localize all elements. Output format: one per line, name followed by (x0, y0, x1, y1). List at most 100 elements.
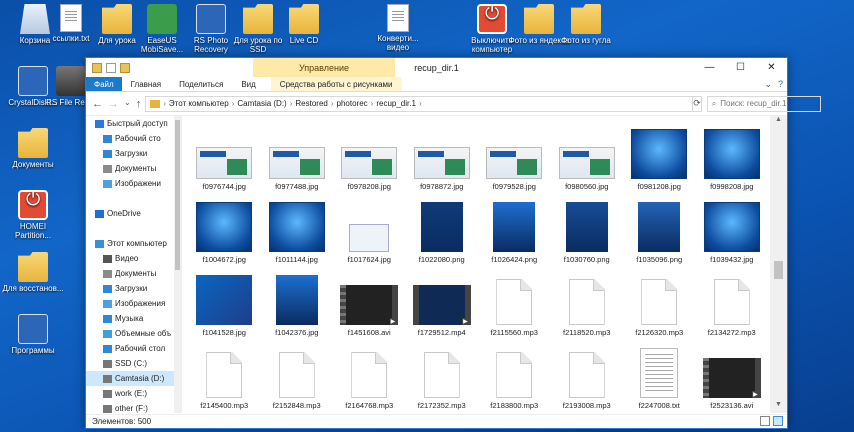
scroll-down-icon[interactable]: ▼ (770, 401, 787, 413)
sidebar-item[interactable]: Этот компьютер (86, 236, 181, 251)
maximize-button[interactable]: ☐ (725, 58, 756, 77)
sidebar-item[interactable]: Документы (86, 266, 181, 281)
folder-icon (103, 404, 112, 413)
sidebar-item[interactable]: OneDrive (86, 206, 181, 221)
file-item[interactable]: f0976744.jpg (188, 122, 261, 195)
sidebar-scrollbar[interactable] (174, 116, 181, 413)
file-item[interactable]: f2193008.mp3 (551, 341, 624, 413)
desktop-icon[interactable]: Live CD (273, 4, 335, 45)
file-item[interactable]: f1042376.jpg (261, 268, 334, 341)
breadcrumb-drive-d[interactable]: Camtasia (D:) (237, 99, 286, 108)
desktop-icon[interactable]: Фото из гугла (555, 4, 617, 45)
forward-arrow-icon[interactable]: → (108, 98, 119, 110)
file-item[interactable]: f2247008.txt (623, 341, 696, 413)
tab-file[interactable]: Файл (86, 77, 122, 91)
window-title: recup_dir.1 (414, 63, 459, 73)
breadcrumb-photorec[interactable]: photorec (337, 99, 368, 108)
sidebar-item[interactable]: Рабочий сто (86, 131, 181, 146)
file-item[interactable]: f1011144.jpg (261, 195, 334, 268)
search-input[interactable] (720, 99, 821, 108)
sidebar-item[interactable]: Загрузки (86, 146, 181, 161)
image-icon (275, 275, 318, 325)
desktop-icon[interactable]: HOMEI Partition... (2, 190, 64, 240)
sidebar-item[interactable]: Музыка (86, 311, 181, 326)
large-icons-view-icon[interactable] (773, 416, 783, 426)
file-item[interactable]: f0978872.jpg (406, 122, 479, 195)
image-icon (196, 275, 253, 325)
recent-chevron-icon[interactable]: ⌄ (124, 98, 131, 110)
folder-icon (102, 4, 132, 34)
sidebar-item[interactable]: SSD (C:) (86, 356, 181, 371)
close-button[interactable]: ✕ (756, 58, 787, 77)
file-item[interactable]: f0981208.jpg (623, 122, 696, 195)
file-item[interactable]: f2134272.mp3 (696, 268, 769, 341)
folder-icon (18, 128, 48, 158)
file-item[interactable]: f1039432.jpg (696, 195, 769, 268)
breadcrumb[interactable]: › Этот компьютер › Camtasia (D:) › Resto… (145, 95, 694, 112)
up-arrow-icon[interactable]: ↑ (136, 98, 142, 110)
back-arrow-icon[interactable]: ← (92, 98, 103, 110)
file-item[interactable]: f1017624.jpg (333, 195, 406, 268)
sidebar-item[interactable]: work (E:) (86, 386, 181, 401)
file-item[interactable]: f0980560.jpg (551, 122, 624, 195)
file-item[interactable]: f2183800.mp3 (478, 341, 551, 413)
sidebar-item[interactable]: other (F:) (86, 401, 181, 413)
file-item[interactable]: ▶ f1451608.avi (333, 268, 406, 341)
sidebar-item[interactable]: Быстрый доступ (86, 116, 181, 131)
file-name: f1041528.jpg (202, 328, 246, 337)
desktop-icon[interactable]: Программы (2, 314, 64, 355)
content-scrollbar[interactable]: ▲ ▼ (770, 116, 787, 413)
file-item[interactable]: ▶ f2523136.avi (696, 341, 769, 413)
file-item[interactable]: f2126320.mp3 (623, 268, 696, 341)
minimize-button[interactable]: — (694, 58, 725, 77)
file-item[interactable]: f1041528.jpg (188, 268, 261, 341)
file-icon (641, 279, 678, 325)
file-item[interactable]: f0979528.jpg (478, 122, 551, 195)
desktop-icon[interactable]: Для восстанов... (2, 252, 64, 293)
breadcrumb-recup-dir[interactable]: recup_dir.1 (376, 99, 416, 108)
refresh-icon[interactable]: ⟳ (693, 95, 702, 112)
sidebar-item[interactable]: Изображени (86, 176, 181, 191)
file-item[interactable]: f0998208.jpg (696, 122, 769, 195)
file-item[interactable]: f1004672.jpg (188, 195, 261, 268)
file-item[interactable]: f2172352.mp3 (406, 341, 479, 413)
sidebar-item-label: other (F:) (115, 404, 148, 413)
tab-view[interactable]: Вид (232, 77, 264, 91)
tab-home[interactable]: Главная (122, 77, 170, 91)
file-item[interactable]: f0977488.jpg (261, 122, 334, 195)
scroll-up-icon[interactable]: ▲ (770, 116, 787, 128)
file-item[interactable]: f2118520.mp3 (551, 268, 624, 341)
file-name: f1035096.png (636, 255, 683, 264)
file-item[interactable]: f1030760.png (551, 195, 624, 268)
file-item[interactable]: f1022080.png (406, 195, 479, 268)
sidebar-item[interactable]: Camtasia (D:) (86, 371, 181, 386)
help-icon[interactable]: ? (778, 79, 783, 90)
doc-icon (387, 4, 409, 32)
desktop-icon[interactable]: Документы (2, 128, 64, 169)
file-item[interactable]: f1026424.png (478, 195, 551, 268)
file-item[interactable]: ▶ f1729512.mp4 (406, 268, 479, 341)
sidebar-item[interactable]: Рабочий стол (86, 341, 181, 356)
sidebar-item[interactable]: Объемные объ (86, 326, 181, 341)
file-item[interactable]: f2145400.mp3 (188, 341, 261, 413)
file-item[interactable]: f2115560.mp3 (478, 268, 551, 341)
scroll-thumb[interactable] (774, 261, 783, 279)
file-name: f1026424.png (491, 255, 538, 264)
sidebar-item[interactable]: Видео (86, 251, 181, 266)
sidebar-item[interactable]: Документы (86, 161, 181, 176)
file-item[interactable]: f0978208.jpg (333, 122, 406, 195)
sidebar-item[interactable]: Загрузки (86, 281, 181, 296)
file-item[interactable]: f1035096.png (623, 195, 696, 268)
file-item[interactable]: f2152848.mp3 (261, 341, 334, 413)
breadcrumb-this-pc[interactable]: Этот компьютер (169, 99, 229, 108)
sidebar-item-label: OneDrive (107, 209, 141, 218)
chevron-down-icon[interactable]: ⌄ (764, 79, 772, 90)
tab-share[interactable]: Поделиться (170, 77, 232, 91)
sidebar-item[interactable]: Изображения (86, 296, 181, 311)
desktop-icon[interactable]: Конверти... видео (367, 4, 429, 52)
details-view-icon[interactable] (760, 416, 770, 426)
ribbon-controls: ⌄ ? (764, 79, 783, 90)
file-item[interactable]: f2164768.mp3 (333, 341, 406, 413)
breadcrumb-restored[interactable]: Restored (295, 99, 327, 108)
tab-picture-tools[interactable]: Средства работы с рисунками (270, 77, 402, 91)
